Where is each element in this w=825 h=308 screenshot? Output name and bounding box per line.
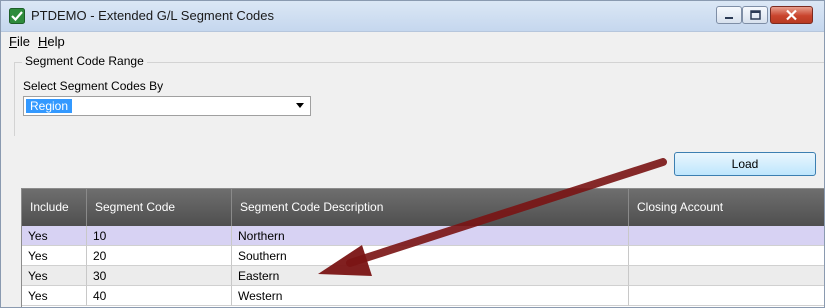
cell-segment-code[interactable]: 40 (87, 286, 232, 306)
select-segment-codes-label: Select Segment Codes By (23, 79, 164, 93)
segment-codes-grid[interactable]: Include Segment Code Segment Code Descri… (21, 188, 824, 307)
minimize-button[interactable] (716, 6, 742, 24)
segment-select-dropdown[interactable]: Region (23, 96, 311, 116)
menu-help[interactable]: Help (38, 34, 65, 49)
cell-include[interactable]: Yes (22, 226, 87, 246)
maximize-button[interactable] (742, 6, 768, 24)
segment-range-legend: Segment Code Range (22, 54, 147, 68)
app-window: PTDEMO - Extended G/L Segment Codes File… (0, 0, 825, 308)
column-header-include[interactable]: Include (22, 189, 87, 226)
cell-segment-code[interactable]: 20 (87, 246, 232, 266)
cell-include[interactable]: Yes (22, 246, 87, 266)
cell-description[interactable]: Western (232, 286, 629, 306)
cell-description[interactable]: Southern (232, 246, 629, 266)
grid-header: Include Segment Code Segment Code Descri… (22, 189, 824, 226)
segment-select-value: Region (26, 99, 73, 113)
cell-description[interactable]: Eastern (232, 266, 629, 286)
menu-file[interactable]: File (9, 34, 30, 49)
table-row[interactable]: Yes 30 Eastern (22, 266, 824, 286)
column-header-segment-code[interactable]: Segment Code (87, 189, 232, 226)
close-icon (786, 9, 797, 21)
close-button[interactable] (770, 6, 813, 24)
cell-include[interactable]: Yes (22, 266, 87, 286)
table-row[interactable]: Yes 10 Northern (22, 226, 824, 246)
column-header-description[interactable]: Segment Code Description (232, 189, 629, 226)
cell-closing-account[interactable] (629, 266, 824, 286)
load-button[interactable]: Load (674, 152, 816, 176)
window-title: PTDEMO - Extended G/L Segment Codes (31, 8, 275, 23)
cell-closing-account[interactable] (629, 246, 824, 266)
app-checkmark-icon (9, 8, 25, 24)
title-bar: PTDEMO - Extended G/L Segment Codes (1, 1, 824, 32)
cell-closing-account[interactable] (629, 226, 824, 246)
column-header-closing-account[interactable]: Closing Account (629, 189, 824, 226)
menu-file-label: ile (16, 34, 30, 49)
cell-description[interactable]: Northern (232, 226, 629, 246)
menu-file-accelerator: F (9, 34, 17, 49)
minimize-icon (725, 17, 733, 19)
menu-help-label: elp (47, 34, 65, 49)
menu-bar: File Help (1, 32, 824, 51)
dropdown-arrow-icon[interactable] (296, 103, 304, 108)
menu-help-accelerator: H (38, 34, 48, 49)
maximize-icon (750, 10, 761, 20)
table-row[interactable]: Yes 40 Western (22, 286, 824, 306)
cell-closing-account[interactable] (629, 286, 824, 306)
cell-segment-code[interactable]: 10 (87, 226, 232, 246)
cell-include[interactable]: Yes (22, 286, 87, 306)
cell-segment-code[interactable]: 30 (87, 266, 232, 286)
table-row[interactable]: Yes 20 Southern (22, 246, 824, 266)
